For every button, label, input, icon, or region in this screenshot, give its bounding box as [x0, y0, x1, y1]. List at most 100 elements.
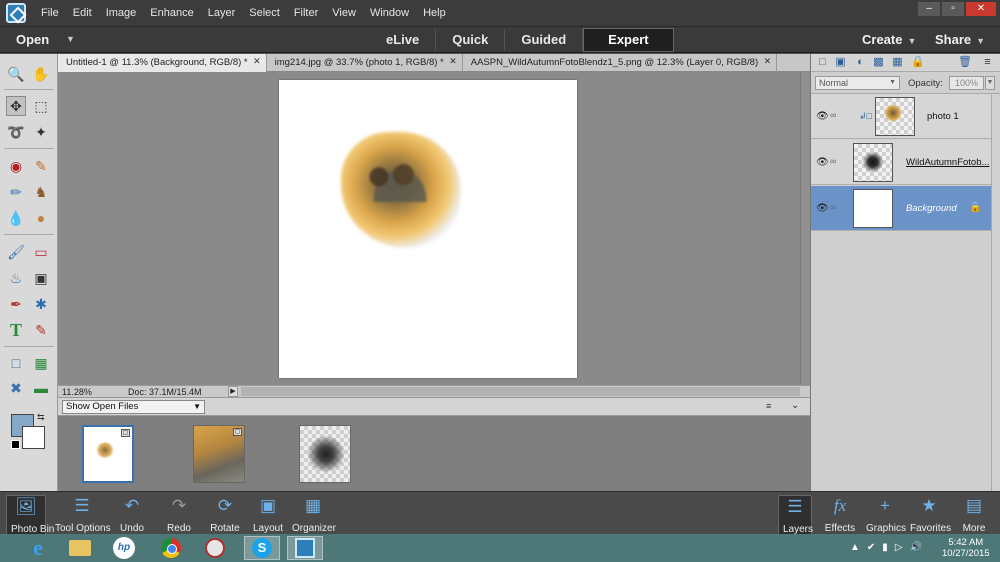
- menu-filter[interactable]: Filter: [287, 0, 325, 26]
- hp-icon[interactable]: hp: [106, 536, 142, 560]
- delete-layer-icon[interactable]: 🗑: [958, 56, 972, 69]
- skype-icon[interactable]: S: [244, 536, 280, 560]
- volume-icon[interactable]: 🔊: [910, 542, 922, 553]
- undo-button[interactable]: ↶ Undo: [117, 495, 147, 534]
- link-icon[interactable]: ∞: [830, 156, 836, 166]
- file-explorer-icon[interactable]: [62, 536, 98, 560]
- open-button[interactable]: Open: [16, 32, 49, 47]
- type-tool-icon[interactable]: T: [6, 320, 26, 340]
- document-canvas[interactable]: [279, 80, 577, 378]
- swap-colors-icon[interactable]: ⇆: [37, 412, 45, 423]
- chrome-icon[interactable]: [153, 536, 189, 560]
- mode-quick[interactable]: Quick: [436, 29, 506, 51]
- lock-all-icon[interactable]: 🔒: [911, 56, 925, 69]
- internet-explorer-icon[interactable]: e: [20, 535, 56, 560]
- app-icon[interactable]: [197, 536, 233, 560]
- visibility-eye-icon[interactable]: 👁: [816, 203, 829, 214]
- graphics-button[interactable]: + Graphics: [866, 495, 906, 534]
- panel-menu-icon[interactable]: ≡: [766, 401, 771, 411]
- canvas-area[interactable]: [58, 72, 810, 385]
- photoshop-elements-taskbar-icon[interactable]: [287, 536, 323, 560]
- layer-name[interactable]: photo 1: [927, 111, 959, 122]
- eyedropper-tool-icon[interactable]: ✒: [6, 294, 26, 314]
- mode-expert[interactable]: Expert: [583, 28, 674, 52]
- tool-options-button[interactable]: ☰ Tool Options: [55, 495, 111, 534]
- visibility-eye-icon[interactable]: 👁: [816, 157, 829, 168]
- menu-help[interactable]: Help: [416, 0, 453, 26]
- sponge-tool-icon[interactable]: ●: [31, 208, 51, 228]
- menu-view[interactable]: View: [325, 0, 363, 26]
- link-icon[interactable]: ∞: [830, 110, 836, 120]
- close-tab-icon[interactable]: ✕: [764, 56, 772, 67]
- eraser-tool-icon[interactable]: ▭: [31, 242, 51, 262]
- menu-window[interactable]: Window: [363, 0, 416, 26]
- share-button[interactable]: Share ▼: [935, 32, 985, 47]
- magic-wand-tool-icon[interactable]: ✦: [31, 122, 51, 142]
- organizer-button[interactable]: ▦ Organizer: [292, 495, 336, 534]
- security-shield-icon[interactable]: ✔: [867, 542, 875, 553]
- new-layer-icon[interactable]: □: [816, 56, 829, 69]
- network-icon[interactable]: ▷: [895, 542, 903, 553]
- smart-brush-tool-icon[interactable]: ✏: [6, 182, 26, 202]
- taskbar-clock[interactable]: 5:42 AM 10/27/2015: [942, 537, 990, 559]
- menu-image[interactable]: Image: [99, 0, 144, 26]
- visibility-eye-icon[interactable]: 👁: [816, 111, 829, 122]
- hand-tool-icon[interactable]: ✋: [31, 64, 51, 84]
- status-menu-icon[interactable]: ▶: [228, 386, 238, 397]
- menu-select[interactable]: Select: [242, 0, 287, 26]
- layout-button[interactable]: ▣ Layout: [252, 495, 284, 534]
- favorites-button[interactable]: ★ Favorites: [910, 495, 951, 534]
- rotate-button[interactable]: ⟳ Rotate: [208, 495, 242, 534]
- new-group-icon[interactable]: ▣: [834, 56, 847, 69]
- custom-shape-tool-icon[interactable]: ✱: [31, 294, 51, 314]
- mode-guided[interactable]: Guided: [505, 29, 584, 51]
- layer-row-wildautumn[interactable]: 👁 ∞ WildAutumnFotob...: [811, 140, 991, 185]
- menu-layer[interactable]: Layer: [201, 0, 243, 26]
- photo-bin-button[interactable]: 🖼 Photo Bin: [6, 495, 54, 536]
- horizontal-scrollbar[interactable]: [241, 387, 800, 396]
- marquee-tool-icon[interactable]: ⬚: [31, 96, 51, 116]
- menu-file[interactable]: File: [34, 0, 66, 26]
- recompose-tool-icon[interactable]: ▦: [31, 353, 51, 373]
- vertical-scrollbar[interactable]: [800, 72, 810, 385]
- opacity-input[interactable]: 100%: [949, 76, 984, 90]
- paint-bucket-tool-icon[interactable]: ♨: [6, 268, 26, 288]
- photo-bin-thumbnail[interactable]: [299, 425, 351, 483]
- lock-transparency-icon[interactable]: ▦: [891, 56, 904, 69]
- clone-stamp-tool-icon[interactable]: ♞: [31, 182, 51, 202]
- collapse-icon[interactable]: ⌄: [791, 400, 799, 411]
- lock-icon[interactable]: 🔒: [969, 202, 981, 213]
- effects-button[interactable]: fx Effects: [823, 495, 857, 534]
- photo-bin-source-select[interactable]: Show Open Files ▼: [62, 400, 205, 414]
- open-dropdown-icon[interactable]: ▼: [66, 34, 75, 44]
- background-color-swatch[interactable]: [22, 426, 45, 449]
- photo-bin-thumbnail[interactable]: ▢: [82, 425, 134, 483]
- move-tool-icon[interactable]: ✥: [6, 96, 26, 116]
- close-tab-icon[interactable]: ✕: [253, 56, 261, 67]
- menu-enhance[interactable]: Enhance: [143, 0, 200, 26]
- create-button[interactable]: Create ▼: [862, 32, 916, 47]
- blur-tool-icon[interactable]: 💧: [6, 208, 26, 228]
- pencil-tool-icon[interactable]: ✎: [31, 320, 51, 340]
- tab-untitled-1[interactable]: Untitled-1 @ 11.3% (Background, RGB/8) *…: [58, 54, 267, 72]
- close-tab-icon[interactable]: ✕: [449, 56, 457, 67]
- mode-elive[interactable]: eLive: [370, 29, 437, 51]
- layer-mask-icon[interactable]: ▩: [872, 56, 885, 69]
- zoom-tool-icon[interactable]: 🔍: [6, 64, 26, 84]
- photo-bin-thumbnail[interactable]: ▢: [193, 425, 245, 483]
- blend-mode-select[interactable]: Normal ▼: [815, 76, 900, 90]
- close-button[interactable]: ✕: [966, 2, 996, 16]
- battery-icon[interactable]: ▮: [882, 542, 888, 553]
- tab-aaspn-wildautumn[interactable]: AASPN_WildAutumnFotoBlendz1_5.png @ 12.3…: [463, 54, 778, 72]
- opacity-dropdown-icon[interactable]: ▼: [985, 76, 995, 90]
- straighten-tool-icon[interactable]: ▬: [31, 378, 51, 398]
- layers-scrollbar[interactable]: [991, 94, 1000, 491]
- adjustment-layer-icon[interactable]: ◐: [854, 56, 867, 69]
- content-aware-move-tool-icon[interactable]: ✖: [6, 378, 26, 398]
- layer-name[interactable]: WildAutumnFotob...: [906, 157, 990, 168]
- tray-expand-icon[interactable]: ▲: [850, 542, 860, 553]
- tab-img214[interactable]: img214.jpg @ 33.7% (photo 1, RGB/8) * ✕: [267, 54, 463, 72]
- minimize-button[interactable]: –: [918, 2, 940, 16]
- layer-row-background[interactable]: 👁 ∞ Background 🔒: [811, 186, 991, 231]
- layer-name[interactable]: Background: [906, 203, 957, 214]
